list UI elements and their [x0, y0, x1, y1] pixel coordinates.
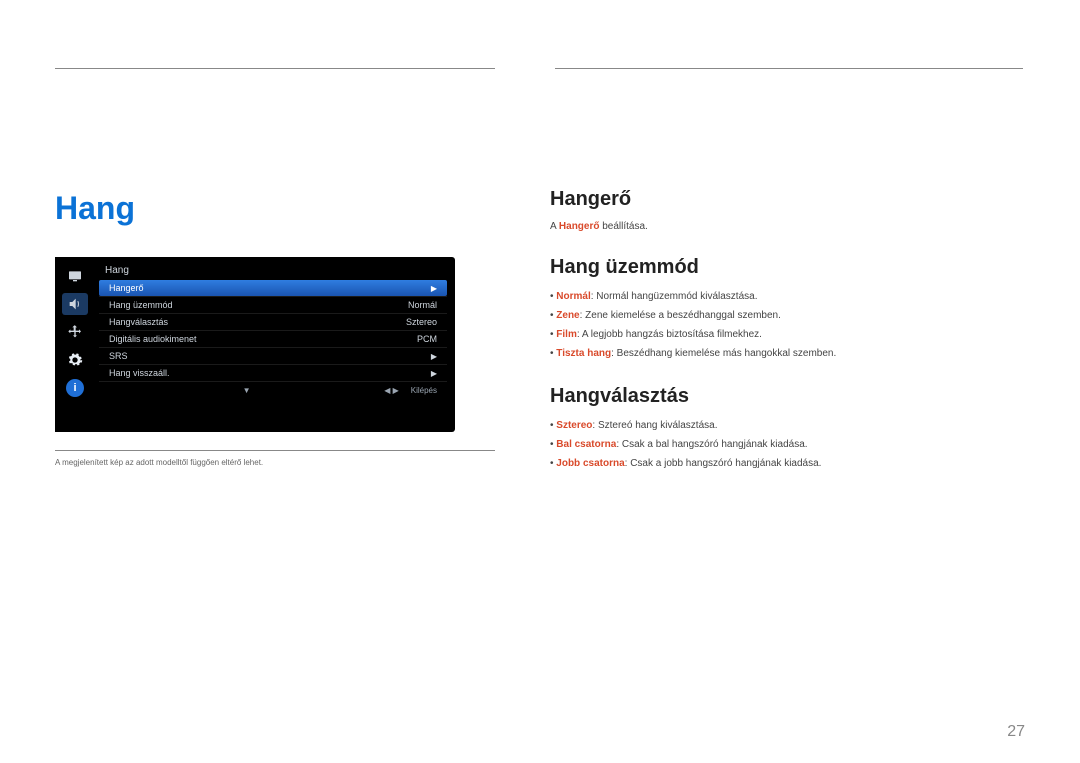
term-desc: : Zene kiemelése a beszédhanggal szemben…: [580, 310, 781, 321]
osd-row: Digitális audiokimenet PCM: [99, 330, 447, 347]
term-desc: : A legjobb hangzás biztosítása filmekhe…: [577, 329, 762, 340]
osd-title: Hang: [99, 263, 447, 280]
mode-list: Normál: Normál hangüzemmód kiválasztása.…: [550, 287, 1020, 363]
osd-row-value: Sztereo: [406, 317, 437, 327]
section-heading-hangero: Hangerő: [550, 188, 1020, 211]
osd-row-label: Hang üzemmód: [109, 300, 173, 310]
term: Sztereo: [556, 420, 592, 431]
osd-panel: Hang Hangerő ▶ Hang üzemmód Normál Hangv…: [95, 257, 455, 432]
term-desc: : Csak a bal hangszóró hangjának kiadása…: [616, 439, 807, 450]
monitor-icon: [62, 265, 88, 287]
footnote-text: A megjelenített kép az adott modelltől f…: [55, 457, 495, 468]
list-item: Film: A legjobb hangzás biztosítása film…: [550, 325, 1020, 344]
osd-row-label: Digitális audiokimenet: [109, 334, 197, 344]
section-text: A Hangerő beállítása.: [550, 219, 1020, 234]
term: Tiszta hang: [556, 348, 611, 359]
term: Jobb csatorna: [556, 458, 624, 469]
term: Zene: [556, 310, 579, 321]
page-title: Hang: [55, 190, 495, 227]
term-desc: : Normál hangüzemmód kiválasztása.: [591, 291, 758, 302]
osd-row-value: PCM: [417, 334, 437, 344]
osd-row: Hang visszaáll. ▶: [99, 364, 447, 381]
osd-row-label: Hang visszaáll.: [109, 368, 170, 378]
info-icon: i: [62, 377, 88, 399]
section-heading-hangvalasztas: Hangválasztás: [550, 385, 1020, 408]
osd-screenshot: i Hang Hangerő ▶ Hang üzemmód Normál Han…: [55, 257, 455, 432]
osd-row-label: SRS: [109, 351, 128, 361]
osd-row: Hang üzemmód Normál: [99, 296, 447, 313]
chevron-right-icon: ▶: [431, 284, 437, 293]
list-item: Jobb csatorna: Csak a jobb hangszóró han…: [550, 454, 1020, 473]
osd-row-label: Hangerő: [109, 283, 144, 293]
nav-arrows-icon: ◀ ▶: [384, 386, 399, 395]
list-item: Bal csatorna: Csak a bal hangszóró hangj…: [550, 435, 1020, 454]
list-item: Sztereo: Sztereó hang kiválasztása.: [550, 416, 1020, 435]
gear-icon: [62, 349, 88, 371]
term-desc: : Sztereó hang kiválasztása.: [592, 420, 717, 431]
osd-exit-label: Kilépés: [411, 386, 437, 395]
chevron-down-icon: ▼: [243, 386, 251, 395]
page-number: 27: [1007, 723, 1025, 741]
osd-row: SRS ▶: [99, 347, 447, 364]
chevron-right-icon: ▶: [431, 369, 437, 378]
section-heading-hang-uzemmod: Hang üzemmód: [550, 256, 1020, 279]
osd-sidebar: i: [55, 257, 95, 432]
term-desc: : Csak a jobb hangszóró hangjának kiadás…: [625, 458, 822, 469]
footnote-divider: [55, 450, 495, 451]
osd-row-label: Hangválasztás: [109, 317, 168, 327]
term: Film: [556, 329, 577, 340]
term: Normál: [556, 291, 590, 302]
osd-row-value: Normál: [408, 300, 437, 310]
channel-list: Sztereo: Sztereó hang kiválasztása. Bal …: [550, 416, 1020, 473]
chevron-right-icon: ▶: [431, 352, 437, 361]
move-icon: [62, 321, 88, 343]
term-desc: : Beszédhang kiemelése más hangokkal sze…: [611, 348, 836, 359]
osd-row: Hangerő ▶: [99, 280, 447, 296]
speaker-icon: [62, 293, 88, 315]
term: Bal csatorna: [556, 439, 616, 450]
list-item: Normál: Normál hangüzemmód kiválasztása.: [550, 287, 1020, 306]
osd-row: Hangválasztás Sztereo: [99, 313, 447, 330]
term-hangero: Hangerő: [559, 221, 600, 232]
list-item: Zene: Zene kiemelése a beszédhanggal sze…: [550, 306, 1020, 325]
osd-footer: ▼ ◀ ▶ Kilépés: [99, 381, 447, 399]
list-item: Tiszta hang: Beszédhang kiemelése más ha…: [550, 344, 1020, 363]
